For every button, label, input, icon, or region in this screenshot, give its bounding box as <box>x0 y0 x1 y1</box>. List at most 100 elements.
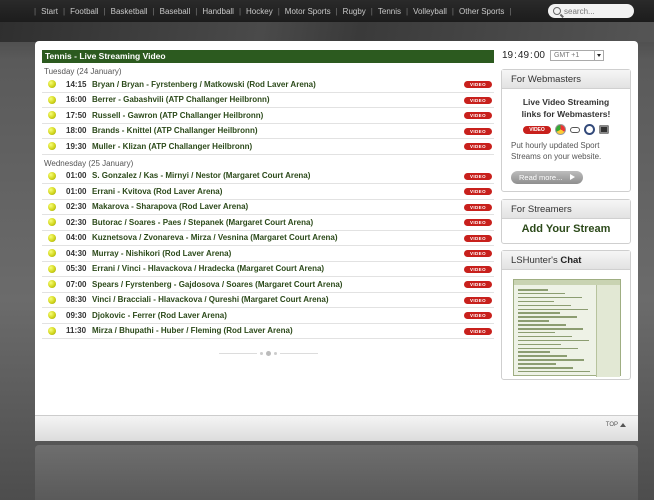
match-row[interactable]: 01:00 S. Gonzalez / Kas - Mirnyi / Nestor… <box>42 168 494 184</box>
chat-preview-line <box>518 316 577 318</box>
read-more-button[interactable]: Read more... <box>511 171 583 184</box>
tennis-ball-icon <box>48 95 56 104</box>
search-box[interactable] <box>548 4 634 18</box>
nav-link-other-sports[interactable]: Other Sports <box>459 7 504 16</box>
video-badge[interactable]: VIDEO <box>464 281 492 288</box>
match-link[interactable]: Muller - Klizan (ATP Challanger Heilbron… <box>92 142 252 151</box>
match-link[interactable]: Errani - Kvitova (Rod Laver Arena) <box>92 187 222 196</box>
chat-preview-line <box>518 292 565 295</box>
match-link[interactable]: Brands - Knittel (ATP Challanger Heilbro… <box>92 126 258 135</box>
bottom-panel <box>35 445 638 500</box>
video-badge[interactable]: VIDEO <box>464 203 492 211</box>
match-time: 19:30 <box>66 141 87 151</box>
chat-preview-line <box>518 304 571 307</box>
pagination-dots <box>42 351 494 356</box>
chat-preview-line <box>518 296 582 299</box>
video-badge[interactable]: VIDEO <box>464 172 492 180</box>
video-badge[interactable]: VIDEO <box>464 96 492 104</box>
match-row[interactable]: 14:15 Bryan / Bryan - Fyrstenberg / Matko… <box>42 77 494 93</box>
match-row[interactable]: 05:30 Errani / Vinci - Hlavackova / Hrade… <box>42 261 494 277</box>
tennis-ball-icon <box>48 171 56 180</box>
match-row[interactable]: 02:30 Butorac / Soares - Paes / Stepanek … <box>42 215 494 231</box>
match-link[interactable]: Mirza / Bhupathi - Huber / Fleming (Rod … <box>92 326 293 335</box>
add-stream-link[interactable]: Add Your Stream <box>502 223 630 235</box>
match-link[interactable]: Makarova - Sharapova (Rod Laver Arena) <box>92 202 248 211</box>
top-link[interactable]: TOP <box>606 422 626 428</box>
video-badge[interactable]: VIDEO <box>464 234 492 242</box>
nav-link-basketball[interactable]: Basketball <box>111 7 148 16</box>
video-badge[interactable]: VIDEO <box>464 219 492 226</box>
match-link[interactable]: Djokovic - Ferrer (Rod Laver Arena) <box>92 311 227 320</box>
divider <box>279 353 318 354</box>
nav-link-rugby[interactable]: Rugby <box>343 7 366 16</box>
nav-separator: | <box>62 6 66 16</box>
search-input[interactable] <box>564 6 624 16</box>
video-badge[interactable]: VIDEO <box>464 265 492 273</box>
clock: 19:49:00 GMT +1 <box>502 50 604 61</box>
match-row[interactable]: 08:30 Vinci / Bracciali - Hlavackova / Qu… <box>42 292 494 308</box>
nav-link-motor-sports[interactable]: Motor Sports <box>285 7 331 16</box>
tv-icon <box>599 125 609 134</box>
chevron-down-icon[interactable] <box>593 51 603 60</box>
match-row[interactable]: 04:30 Murray - Nishikori (Rod Laver Arena… <box>42 246 494 262</box>
match-link[interactable]: Berrer - Gabashvili (ATP Challanger Heil… <box>92 95 270 104</box>
match-row[interactable]: 09:30 Djokovic - Ferrer (Rod Laver Arena)… <box>42 308 494 324</box>
video-badge[interactable]: VIDEO <box>464 127 492 135</box>
page-dot[interactable] <box>259 352 263 355</box>
tennis-ball-icon <box>48 111 56 120</box>
nav-link-tennis[interactable]: Tennis <box>378 7 401 16</box>
match-row[interactable]: 16:00 Berrer - Gabashvili (ATP Challanger… <box>42 92 494 108</box>
page-dot-active[interactable] <box>265 351 271 356</box>
tennis-ball-icon <box>48 218 56 227</box>
chat-preview-line <box>518 363 556 365</box>
top-nav: | Start | Football | Basketball | Baseball | Hand… <box>0 0 654 22</box>
match-link[interactable]: Spears / Fyrstenberg - Gajdosova / Soare… <box>92 280 342 289</box>
timezone-select[interactable]: GMT +1 <box>549 50 604 61</box>
match-link[interactable]: S. Gonzalez / Kas - Mirnyi / Nestor (Mar… <box>92 171 310 180</box>
tennis-ball-icon <box>48 126 56 135</box>
panel-footer: TOP <box>35 415 638 441</box>
video-badge[interactable]: VIDEO <box>464 188 492 195</box>
video-badge[interactable]: VIDEO <box>464 143 492 150</box>
chat-preview-image[interactable] <box>513 279 621 377</box>
nav-link-baseball[interactable]: Baseball <box>160 7 191 16</box>
chrome-icon <box>555 124 566 135</box>
nav-link-football[interactable]: Football <box>70 7 98 16</box>
nav-link-volleyball[interactable]: Volleyball <box>413 7 447 16</box>
match-link[interactable]: Butorac / Soares - Paes / Stepanek (Marg… <box>92 218 313 227</box>
match-row[interactable]: 02:30 Makarova - Sharapova (Rod Laver Are… <box>42 199 494 215</box>
tennis-ball-icon <box>48 295 56 304</box>
video-badge[interactable]: VIDEO <box>464 250 492 257</box>
page-dot[interactable] <box>273 352 277 355</box>
match-link[interactable]: Russell - Gawron (ATP Challanger Heilbro… <box>92 111 263 120</box>
match-link[interactable]: Kuznetsova / Zvonareva - Mirza / Vesnina… <box>92 233 338 242</box>
nav-link-handball[interactable]: Handball <box>202 7 234 16</box>
tennis-ball-icon <box>48 142 56 151</box>
video-badge[interactable]: VIDEO <box>464 327 492 335</box>
tennis-ball-icon <box>48 202 56 211</box>
match-row[interactable]: 01:00 Errani - Kvitova (Rod Laver Arena) V… <box>42 184 494 200</box>
streamers-heading: For Streamers <box>502 200 630 219</box>
webmasters-heading: For Webmasters <box>502 70 630 89</box>
match-row[interactable]: 18:00 Brands - Knittel (ATP Challanger He… <box>42 123 494 139</box>
video-badge[interactable]: VIDEO <box>464 296 492 304</box>
match-row[interactable]: 11:30 Mirza / Bhupathi - Huber / Fleming … <box>42 323 494 339</box>
chat-preview-userlist <box>596 285 620 377</box>
video-badge[interactable]: VIDEO <box>464 81 492 88</box>
match-row[interactable]: 07:00 Spears / Fyrstenberg - Gajdosova / … <box>42 277 494 293</box>
match-link[interactable]: Murray - Nishikori (Rod Laver Arena) <box>92 249 231 258</box>
video-badge[interactable]: VIDEO <box>464 112 492 119</box>
chat-preview-line <box>518 343 561 346</box>
chat-preview-line <box>518 367 573 369</box>
match-link[interactable]: Vinci / Bracciali - Hlavackova / Qureshi… <box>92 295 329 304</box>
nav-separator: | <box>238 6 242 16</box>
match-row[interactable]: 17:50 Russell - Gawron (ATP Challanger He… <box>42 108 494 124</box>
match-link[interactable]: Errani / Vinci - Hlavackova / Hradecka (… <box>92 264 324 273</box>
match-link[interactable]: Bryan / Bryan - Fyrstenberg / Matkowski … <box>92 80 316 89</box>
match-time: 01:00 <box>66 171 87 181</box>
nav-link-hockey[interactable]: Hockey <box>246 7 273 16</box>
match-row[interactable]: 19:30 Muller - Klizan (ATP Challanger Hei… <box>42 139 494 155</box>
match-row[interactable]: 04:00 Kuznetsova / Zvonareva - Mirza / Ve… <box>42 230 494 246</box>
nav-link-start[interactable]: Start <box>41 7 58 16</box>
video-badge[interactable]: VIDEO <box>464 312 492 319</box>
